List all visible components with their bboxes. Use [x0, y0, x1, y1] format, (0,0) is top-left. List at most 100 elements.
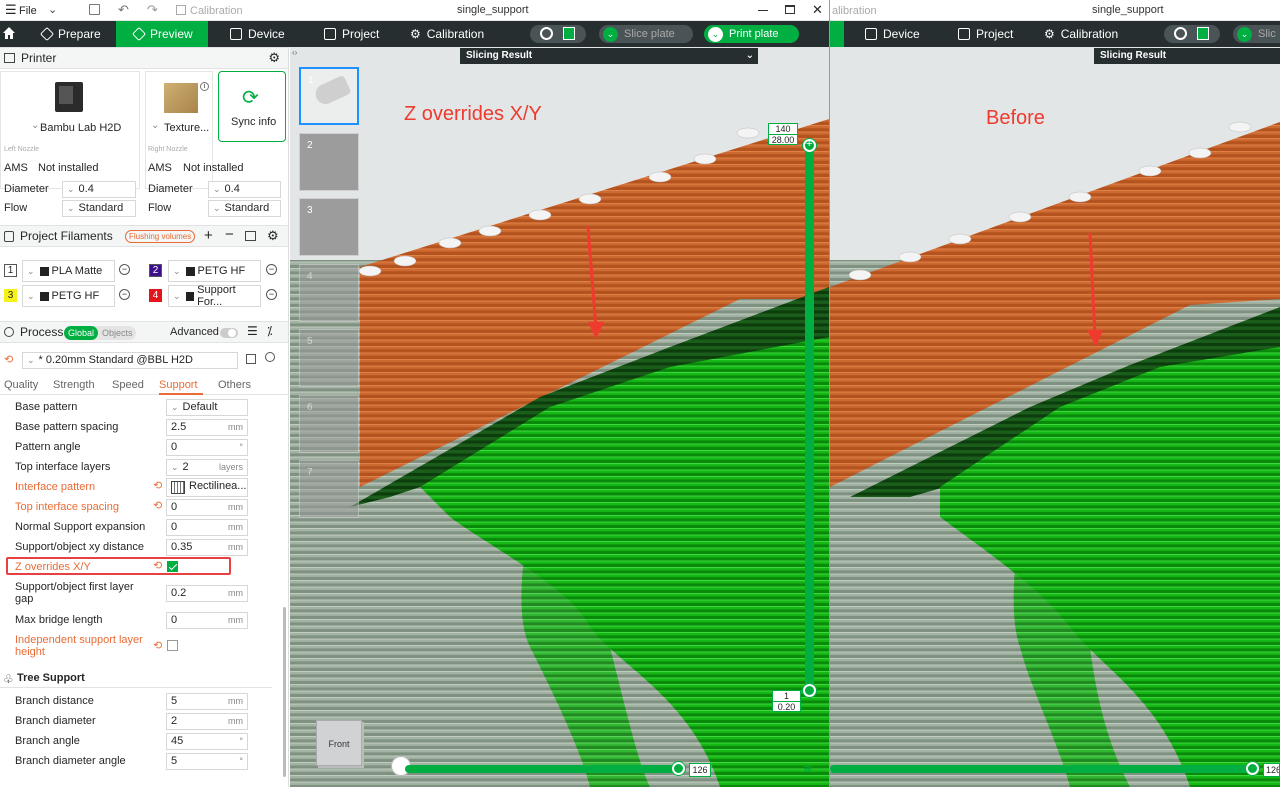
interface-pattern-select[interactable]: Rectilinea... — [166, 478, 248, 497]
reset-icon[interactable]: ⟲ — [153, 639, 162, 652]
calibration-icon[interactable] — [176, 5, 186, 15]
info-icon[interactable]: i — [200, 82, 209, 91]
left-diameter-select[interactable]: ⌄ 0.4 — [62, 181, 136, 198]
max-bridge-length-input[interactable]: 0 mm — [166, 612, 248, 629]
plate-thumbnail-3[interactable]: 3 — [299, 198, 359, 256]
process-preset-select[interactable]: ⌄ * 0.20mm Standard @BBL H2D — [22, 352, 238, 369]
tab-device[interactable]: Device — [220, 21, 295, 47]
gear-icon[interactable]: ⚙ — [268, 50, 280, 66]
move-slider-handle-right[interactable] — [1246, 762, 1259, 775]
advanced-switch[interactable] — [220, 328, 238, 338]
base-pattern-spacing-input[interactable]: 2.5 mm — [166, 419, 248, 436]
collapse-sidebar-icon[interactable]: ‹› — [292, 48, 297, 57]
calibration-menu-right[interactable]: alibration — [832, 5, 877, 17]
tab-speed[interactable]: Speed — [112, 379, 144, 391]
compare-icon[interactable]: ⁒ — [267, 324, 272, 338]
move-slider-track-right[interactable] — [830, 765, 1256, 773]
remove-filament-icon[interactable]: − — [119, 264, 130, 275]
slicing-result-header[interactable]: Slicing Result ⌄ — [460, 48, 758, 64]
filament-num-1[interactable]: 1 — [4, 264, 17, 277]
filament-select-3[interactable]: ⌄ PETG HF — [22, 285, 115, 307]
slicing-result-header-right[interactable]: Slicing Result — [1094, 48, 1280, 64]
layers-toggle-icon[interactable]: ≋ — [803, 762, 813, 776]
chevron-down-icon[interactable]: ⌄ — [48, 3, 57, 16]
xy-distance-input[interactable]: 0.35 mm — [166, 539, 248, 556]
filament-num-2[interactable]: 2 — [149, 264, 162, 277]
save-icon[interactable] — [89, 4, 100, 15]
branch-diameter-angle-input[interactable]: 5 ° — [166, 753, 248, 770]
save-preset-icon[interactable] — [246, 354, 256, 364]
preview-viewport-left[interactable] — [290, 47, 829, 787]
settings-icon[interactable]: ⚙ — [267, 228, 279, 244]
tab-preview-right[interactable] — [829, 21, 844, 47]
plate-thumbnail-6[interactable]: 6 — [299, 395, 359, 453]
reset-icon[interactable]: ⟲ — [153, 479, 162, 492]
sidebar-scrollbar[interactable] — [283, 607, 286, 777]
sync-info-button[interactable]: ⟳ Sync info — [218, 71, 286, 142]
tab-calibration[interactable]: ⚙ Calibration — [400, 21, 494, 47]
tab-support[interactable]: Support — [159, 379, 198, 391]
filament-num-3[interactable]: 3 — [4, 289, 17, 302]
filament-num-4[interactable]: 4 — [149, 289, 162, 302]
objects-option[interactable]: Objects — [102, 326, 133, 340]
plate-thumbnail-1[interactable]: 1 — [299, 67, 359, 125]
filament-select-2[interactable]: ⌄ PETG HF — [168, 260, 261, 282]
normal-support-expansion-input[interactable]: 0 mm — [166, 519, 248, 536]
view-mode-toggle[interactable] — [530, 25, 586, 43]
remove-filament-icon[interactable]: − — [266, 289, 277, 300]
tab-prepare[interactable]: Prepare — [32, 21, 111, 47]
branch-angle-input[interactable]: 45 ° — [166, 733, 248, 750]
right-flow-select[interactable]: ⌄ Standard — [208, 200, 281, 217]
flushing-volumes-button[interactable]: Flushing volumes — [125, 230, 196, 243]
remove-filament-icon[interactable]: − — [119, 289, 130, 300]
tab-preview[interactable]: Preview — [116, 21, 208, 47]
plate-thumbnail-4[interactable]: 4 — [299, 264, 359, 322]
tab-others[interactable]: Others — [218, 379, 251, 391]
plate-thumbnail-7[interactable]: 7 — [299, 460, 359, 518]
list-icon[interactable]: ☰ — [247, 324, 258, 338]
independent-layer-height-checkbox[interactable] — [167, 640, 178, 651]
calibration-menu[interactable]: Calibration — [190, 5, 243, 17]
tab-calibration-right[interactable]: ⚙ Calibration — [1034, 21, 1128, 47]
view-cube[interactable]: Front — [316, 720, 362, 766]
reset-preset-icon[interactable]: ⟲ — [4, 353, 13, 366]
layer-slider-track[interactable] — [805, 143, 814, 693]
top-interface-spacing-input[interactable]: 0 mm — [166, 499, 248, 516]
branch-distance-input[interactable]: 5 mm — [166, 693, 248, 710]
undo-icon[interactable]: ↶ — [118, 2, 129, 18]
global-objects-toggle[interactable]: Global Objects — [64, 326, 136, 340]
tab-quality[interactable]: Quality — [4, 379, 38, 391]
left-flow-select[interactable]: ⌄ Standard — [62, 200, 136, 217]
move-slider-track[interactable] — [405, 765, 680, 773]
global-option[interactable]: Global — [64, 326, 99, 340]
tab-device-right[interactable]: Device — [855, 21, 930, 47]
slice-plate-button[interactable]: ⌄ Slice plate — [599, 25, 693, 43]
layer-slider-bottom-handle[interactable] — [803, 684, 816, 697]
maximize-icon[interactable] — [785, 5, 795, 14]
filament-select-1[interactable]: ⌄ PLA Matte — [22, 260, 115, 282]
right-diameter-select[interactable]: ⌄ 0.4 — [208, 181, 281, 198]
sync-filament-icon[interactable] — [245, 231, 256, 241]
view-mode-toggle-right[interactable] — [1164, 25, 1220, 43]
tab-strength[interactable]: Strength — [53, 379, 95, 391]
plate-thumbnail-5[interactable]: 5 — [299, 329, 359, 387]
remove-filament-icon[interactable]: − — [266, 264, 277, 275]
plate-thumbnail-2[interactable]: 2 — [299, 133, 359, 191]
print-plate-button[interactable]: ⌄ Print plate — [704, 25, 799, 43]
chevron-down-icon[interactable]: ⌄ — [746, 48, 754, 64]
branch-diameter-input[interactable]: 2 mm — [166, 713, 248, 730]
home-icon[interactable] — [2, 26, 16, 40]
remove-icon[interactable]: − — [225, 226, 234, 243]
file-menu[interactable]: File — [19, 5, 37, 17]
reset-icon[interactable]: ⟲ — [153, 499, 162, 512]
close-icon[interactable]: ✕ — [812, 2, 823, 18]
tab-project-right[interactable]: Project — [948, 21, 1023, 47]
search-icon[interactable] — [265, 352, 275, 362]
move-slider-handle[interactable] — [672, 762, 685, 775]
tab-project[interactable]: Project — [314, 21, 389, 47]
preview-viewport-right[interactable] — [830, 47, 1280, 787]
top-interface-layers-select[interactable]: ⌄ 2 layers — [166, 459, 248, 476]
redo-icon[interactable]: ↷ — [147, 2, 158, 18]
hamburger-icon[interactable]: ☰ — [5, 3, 17, 16]
base-pattern-select[interactable]: ⌄ Default — [166, 399, 248, 416]
